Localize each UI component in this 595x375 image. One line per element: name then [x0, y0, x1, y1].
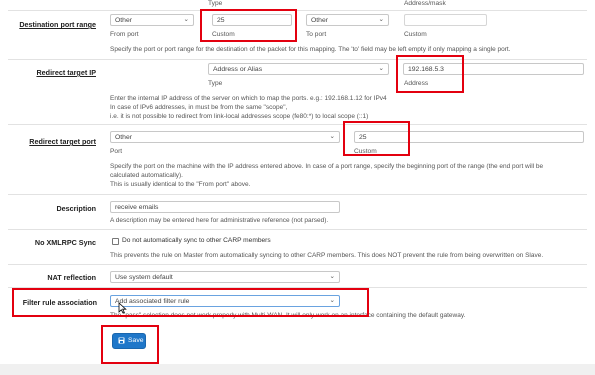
destination-port-range-help: Specify the port or port range for the d…: [110, 46, 511, 53]
help-line: calculated automatically).: [110, 171, 183, 179]
row-divider: [8, 194, 587, 195]
row-divider: [8, 229, 587, 230]
chevron-down-icon: ⌄: [329, 133, 335, 140]
type-column-label: Type: [208, 0, 223, 7]
custom-sublabel: Custom: [404, 31, 427, 38]
help-line: i.e. it is not possible to redirect from…: [110, 112, 369, 120]
redirect-target-port-select[interactable]: Other ⌄: [110, 131, 340, 143]
chevron-down-icon: ⌄: [378, 16, 384, 23]
highlight-box: [12, 288, 369, 317]
help-line: Specify the port on the machine with the…: [110, 163, 544, 170]
no-xmlrpc-sync-help: This prevents the rule on Master from au…: [110, 252, 544, 259]
no-xmlrpc-sync-checkbox-label[interactable]: Do not automatically sync to other CARP …: [122, 237, 271, 244]
destination-to-port-select-value: Other: [311, 17, 328, 24]
nat-reflection-select[interactable]: Use system default ⌄: [110, 271, 340, 283]
to-port-sublabel: To port: [306, 31, 327, 38]
highlight-box: [343, 121, 410, 156]
redirect-target-ip-type-select[interactable]: Address or Alias ⌄: [208, 63, 389, 75]
port-sublabel: Port: [110, 148, 123, 155]
row-divider: [8, 10, 587, 11]
help-line: This is usually identical to the "From p…: [110, 180, 251, 188]
no-xmlrpc-sync-label: No XMLRPC Sync: [34, 238, 96, 247]
page-footer-area: [0, 364, 595, 375]
description-label: Description: [56, 204, 96, 213]
redirect-target-port-help: Specify the port on the machine with the…: [110, 163, 588, 189]
chevron-down-icon: ⌄: [183, 16, 189, 23]
help-line: Enter the internal IP address of the ser…: [110, 95, 387, 102]
row-divider: [8, 59, 587, 60]
no-xmlrpc-sync-checkbox[interactable]: [112, 238, 119, 245]
nat-reflection-label: NAT reflection: [47, 273, 96, 282]
destination-to-port-custom-input[interactable]: [404, 14, 487, 26]
destination-from-port-select[interactable]: Other ⌄: [110, 14, 194, 26]
redirect-target-ip-help: Enter the internal IP address of the ser…: [110, 95, 570, 121]
redirect-target-port-select-value: Other: [115, 134, 132, 141]
redirect-target-port-label: Redirect target port: [29, 137, 96, 146]
address-mask-column-label: Address/mask: [404, 0, 446, 7]
nat-reflection-select-value: Use system default: [115, 274, 173, 281]
chevron-down-icon: ⌄: [329, 273, 335, 280]
destination-to-port-select[interactable]: Other ⌄: [306, 14, 389, 26]
help-line: In case of IPv6 addresses, in must be fr…: [110, 103, 288, 111]
destination-port-range-label: Destination port range: [19, 20, 96, 29]
from-port-sublabel: From port: [110, 31, 139, 38]
chevron-down-icon: ⌄: [378, 65, 384, 72]
redirect-target-ip-type-value: Address or Alias: [213, 66, 263, 73]
description-input[interactable]: receive emails: [110, 201, 340, 213]
redirect-target-ip-label: Redirect target IP: [36, 68, 96, 77]
save-icon: [118, 337, 125, 344]
type-sublabel: Type: [208, 80, 223, 87]
save-button-label: Save: [128, 337, 144, 344]
row-divider: [8, 264, 587, 265]
row-divider: [8, 124, 587, 125]
save-button[interactable]: Save: [112, 333, 146, 349]
mouse-cursor-icon: [118, 302, 127, 314]
highlight-box: [396, 55, 464, 93]
highlight-box: [200, 9, 297, 42]
description-help: A description may be entered here for ad…: [110, 217, 329, 224]
destination-from-port-select-value: Other: [115, 17, 132, 24]
